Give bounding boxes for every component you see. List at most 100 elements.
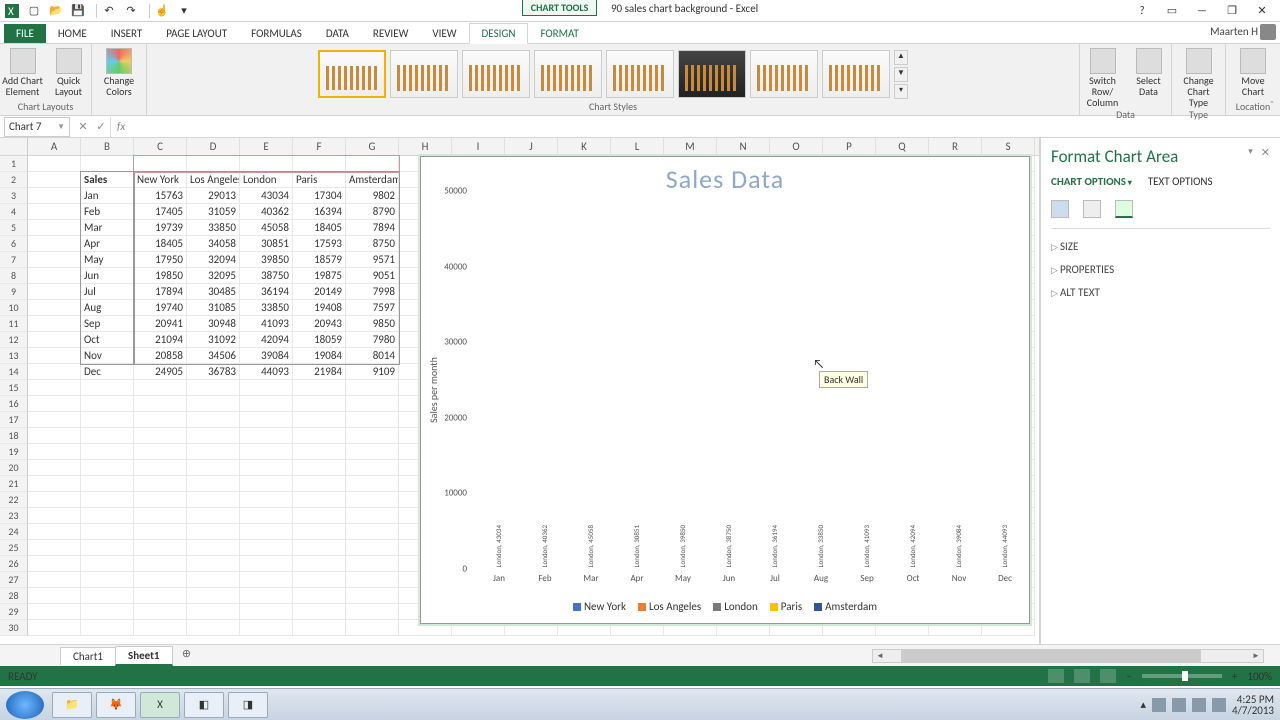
restore-icon[interactable]: ❐ (1224, 2, 1240, 18)
cell-F19[interactable] (293, 444, 346, 460)
cell-F16[interactable] (293, 396, 346, 412)
row-header-8[interactable]: 8 (0, 268, 28, 284)
cell-C30[interactable] (134, 620, 187, 636)
cell-A4[interactable] (28, 204, 81, 220)
legend-item-paris[interactable]: Paris (770, 600, 802, 613)
column-header-E[interactable]: E (240, 138, 293, 155)
cell-G19[interactable] (346, 444, 399, 460)
chart-style-5[interactable] (606, 50, 674, 98)
cell-F7[interactable]: 18579 (293, 252, 346, 268)
cell-E18[interactable] (240, 428, 293, 444)
cell-C13[interactable]: 20858 (134, 348, 187, 364)
cell-A18[interactable] (28, 428, 81, 444)
move-chart-button[interactable]: MoveChart (1232, 46, 1274, 97)
cell-B24[interactable] (81, 524, 134, 540)
close-icon[interactable]: ✕ (1254, 2, 1270, 18)
cell-B11[interactable]: Sep (81, 316, 134, 332)
open-icon[interactable]: 📂 (48, 3, 64, 19)
chart-style-3[interactable] (462, 50, 530, 98)
cell-G29[interactable] (346, 604, 399, 620)
cell-E30[interactable] (240, 620, 293, 636)
minimize-icon[interactable]: — (1194, 2, 1210, 18)
cell-A24[interactable] (28, 524, 81, 540)
cell-G5[interactable]: 7894 (346, 220, 399, 236)
new-sheet-icon[interactable]: ⊕ (178, 647, 196, 665)
cell-E22[interactable] (240, 492, 293, 508)
cell-C6[interactable]: 18405 (134, 236, 187, 252)
cell-D8[interactable]: 32095 (187, 268, 240, 284)
row-header-12[interactable]: 12 (0, 332, 28, 348)
cell-B6[interactable]: Apr (81, 236, 134, 252)
cell-G10[interactable]: 7597 (346, 300, 399, 316)
cell-F29[interactable] (293, 604, 346, 620)
cell-F13[interactable]: 19084 (293, 348, 346, 364)
select-data-button[interactable]: SelectData (1128, 46, 1170, 97)
cell-G6[interactable]: 8750 (346, 236, 399, 252)
row-header-5[interactable]: 5 (0, 220, 28, 236)
cell-F8[interactable]: 19875 (293, 268, 346, 284)
cell-E20[interactable] (240, 460, 293, 476)
row-header-1[interactable]: 1 (0, 156, 28, 172)
cell-D21[interactable] (187, 476, 240, 492)
sheet-tab-sheet1[interactable]: Sheet1 (115, 646, 173, 666)
cell-F5[interactable]: 18405 (293, 220, 346, 236)
taskbar-explorer-icon[interactable]: 📁 (52, 692, 92, 718)
cell-B17[interactable] (81, 412, 134, 428)
row-header-20[interactable]: 20 (0, 460, 28, 476)
cell-F17[interactable] (293, 412, 346, 428)
cell-C19[interactable] (134, 444, 187, 460)
customize-qat-icon[interactable]: ▾ (176, 3, 192, 19)
cell-B22[interactable] (81, 492, 134, 508)
cell-E17[interactable] (240, 412, 293, 428)
column-header-O[interactable]: O (770, 138, 823, 155)
cell-A15[interactable] (28, 380, 81, 396)
cell-C17[interactable] (134, 412, 187, 428)
cell-B28[interactable] (81, 588, 134, 604)
cell-B8[interactable]: Jun (81, 268, 134, 284)
column-header-I[interactable]: I (452, 138, 505, 155)
cell-E3[interactable]: 43034 (240, 188, 293, 204)
row-header-25[interactable]: 25 (0, 540, 28, 556)
cell-G16[interactable] (346, 396, 399, 412)
column-header-F[interactable]: F (293, 138, 346, 155)
cell-G14[interactable]: 9109 (346, 364, 399, 380)
cell-B21[interactable] (81, 476, 134, 492)
cell-A29[interactable] (28, 604, 81, 620)
cell-G15[interactable] (346, 380, 399, 396)
row-header-6[interactable]: 6 (0, 236, 28, 252)
cell-C8[interactable]: 19850 (134, 268, 187, 284)
chart-style-4[interactable] (534, 50, 602, 98)
cell-E13[interactable]: 39084 (240, 348, 293, 364)
page-layout-view-icon[interactable] (1074, 669, 1090, 683)
cell-E21[interactable] (240, 476, 293, 492)
cell-D14[interactable]: 36783 (187, 364, 240, 380)
cell-E9[interactable]: 36194 (240, 284, 293, 300)
cell-D11[interactable]: 30948 (187, 316, 240, 332)
column-header-S[interactable]: S (982, 138, 1035, 155)
cell-B25[interactable] (81, 540, 134, 556)
cell-A13[interactable] (28, 348, 81, 364)
column-header-K[interactable]: K (558, 138, 611, 155)
tray-expand-icon[interactable]: ▴ (1141, 698, 1147, 711)
cell-E4[interactable]: 40362 (240, 204, 293, 220)
cell-A30[interactable] (28, 620, 81, 636)
pane-tab-text-options[interactable]: TEXT OPTIONS (1148, 175, 1213, 188)
legend-item-london[interactable]: London (713, 600, 758, 613)
row-header-10[interactable]: 10 (0, 300, 28, 316)
cell-B5[interactable]: Mar (81, 220, 134, 236)
cell-E2[interactable]: London (240, 172, 293, 188)
new-icon[interactable]: ▢ (26, 3, 42, 19)
cell-E7[interactable]: 39850 (240, 252, 293, 268)
row-header-7[interactable]: 7 (0, 252, 28, 268)
cell-E19[interactable] (240, 444, 293, 460)
row-header-28[interactable]: 28 (0, 588, 28, 604)
chart-style-2[interactable] (390, 50, 458, 98)
row-header-21[interactable]: 21 (0, 476, 28, 492)
cell-E23[interactable] (240, 508, 293, 524)
pane-section-alt-text[interactable]: ALT TEXT (1051, 281, 1270, 304)
column-header-J[interactable]: J (505, 138, 558, 155)
cell-F28[interactable] (293, 588, 346, 604)
cell-G21[interactable] (346, 476, 399, 492)
sheet-tab-chart1[interactable]: Chart1 (60, 647, 116, 665)
page-break-view-icon[interactable] (1100, 669, 1116, 683)
